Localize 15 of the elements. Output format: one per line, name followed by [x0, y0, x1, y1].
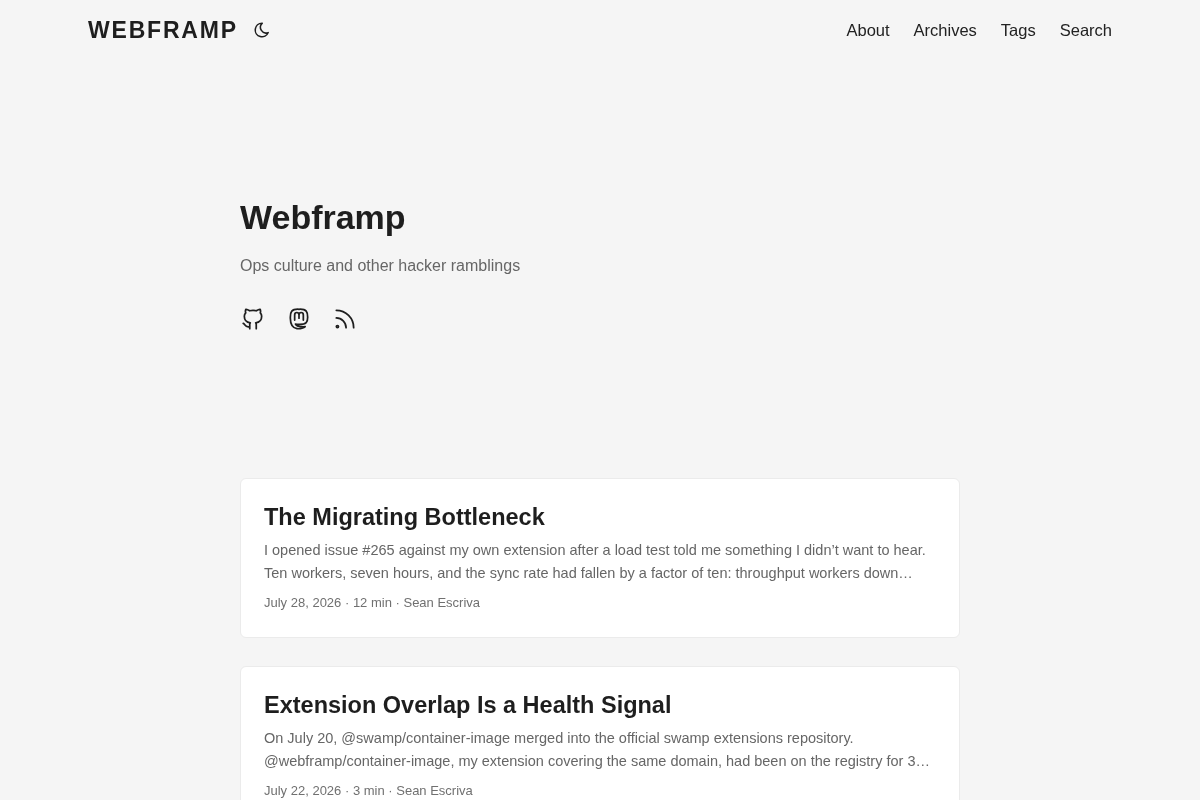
post-title-link[interactable]: The Migrating Bottleneck [264, 501, 545, 533]
post-title-link[interactable]: Extension Overlap Is a Health Signal [264, 689, 672, 721]
post-excerpt: I opened issue #265 against my own extension after a load test told me something I didn’t want to hear. Ten workers, seven hours, and the sync rate had fallen by a factor of ten: throughput workers down… [264, 541, 927, 583]
post-meta: July 22, 2026 · 3 min · Sean Escriva [264, 783, 473, 799]
post-meta: July 28, 2026 · 12 min · Sean Escriva [264, 595, 481, 611]
moon-icon [252, 21, 271, 39]
nav-link[interactable]: Archives [913, 20, 977, 40]
site-title: Webframp [240, 198, 406, 236]
site-logo[interactable]: WEBFRAMP [88, 18, 238, 42]
nav-link[interactable]: Tags [1000, 20, 1036, 40]
theme-toggle-button[interactable] [252, 21, 271, 39]
nav-link[interactable]: Search [1059, 20, 1112, 40]
post-excerpt: On July 20, @swamp/container-image merged into the official swamp extensions repository. @webframp/container-image, my extension covering the same domain, had been on the registry for 3… [264, 729, 931, 771]
nav-link[interactable]: About [846, 20, 890, 40]
site-tagline: Ops culture and other hacker ramblings [240, 256, 521, 276]
